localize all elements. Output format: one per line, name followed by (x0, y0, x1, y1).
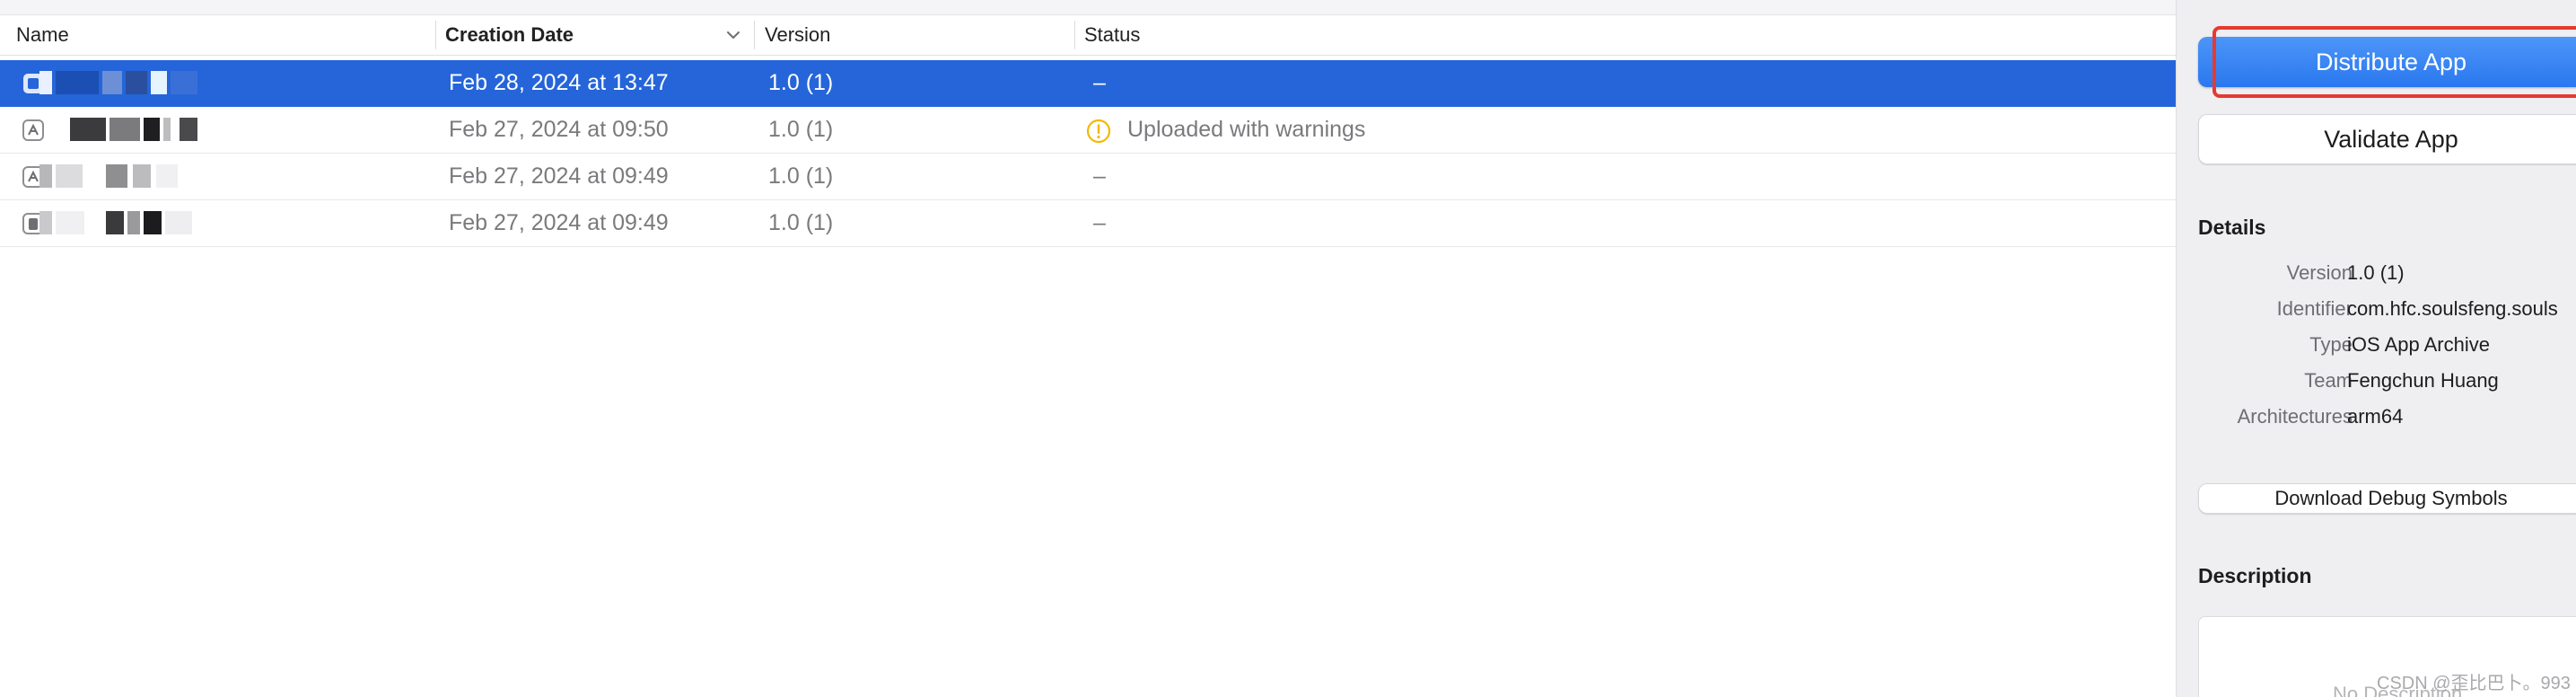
detail-value: Fengchun Huang (2347, 369, 2499, 392)
table-row[interactable]: Feb 28, 2024 at 13:47 1.0 (1) – (0, 60, 2176, 107)
column-header-version[interactable]: Version (765, 15, 830, 55)
row-status: – (1093, 210, 1106, 235)
column-divider[interactable] (754, 21, 755, 49)
validate-app-button[interactable]: Validate App (2198, 114, 2576, 164)
detail-key: Type (2309, 333, 2353, 356)
row-creation-date: Feb 28, 2024 at 13:47 (449, 70, 669, 95)
table-row[interactable]: Feb 27, 2024 at 09:49 1.0 (1) – (0, 200, 2176, 247)
archive-list: Name Creation Date Version Status Feb 28… (0, 0, 2176, 697)
toolbar-strip (0, 0, 2176, 15)
column-divider[interactable] (435, 21, 436, 49)
detail-key: Version (2286, 261, 2353, 284)
warning-icon (1086, 119, 1111, 144)
watermark: CSDN @歪比巴卜。993 (2377, 674, 2571, 693)
row-version: 1.0 (1) (768, 210, 834, 235)
detail-row-team: Team Fengchun Huang (2177, 363, 2576, 399)
list-header: Name Creation Date Version Status (0, 15, 2176, 56)
column-header-creation-date[interactable]: Creation Date (445, 15, 574, 55)
column-header-status[interactable]: Status (1084, 15, 1140, 55)
detail-value: arm64 (2347, 405, 2404, 428)
detail-value: com.hfc.soulsfeng.souls (2347, 297, 2558, 320)
chevron-down-icon[interactable] (723, 27, 743, 43)
detail-row-type: Type iOS App Archive (2177, 327, 2576, 363)
redacted-name (39, 118, 201, 141)
detail-row-identifier: Identifier com.hfc.soulsfeng.souls (2177, 291, 2576, 327)
detail-key: Team (2304, 369, 2353, 392)
download-debug-symbols-button[interactable]: Download Debug Symbols (2198, 483, 2576, 514)
row-version: 1.0 (1) (768, 117, 834, 142)
detail-row-architectures: Architectures arm64 (2177, 399, 2576, 435)
redacted-name (39, 211, 201, 234)
column-header-name[interactable]: Name (16, 15, 69, 55)
row-version: 1.0 (1) (768, 163, 834, 189)
row-status: – (1093, 163, 1106, 189)
detail-key: Identifier (2276, 297, 2353, 320)
row-creation-date: Feb 27, 2024 at 09:49 (449, 210, 669, 235)
detail-value: 1.0 (1) (2347, 261, 2405, 284)
detail-row-version: Version 1.0 (1) (2177, 255, 2576, 291)
row-status: Uploaded with warnings (1127, 117, 1366, 142)
redacted-name (39, 164, 201, 188)
description-heading: Description (2198, 564, 2312, 587)
row-creation-date: Feb 27, 2024 at 09:49 (449, 163, 669, 189)
annotation-highlight-box (2212, 26, 2576, 98)
archive-inspector: Distribute App Validate App Details Vers… (2176, 0, 2576, 697)
table-row[interactable]: Feb 27, 2024 at 09:49 1.0 (1) – (0, 154, 2176, 200)
row-status: – (1093, 70, 1106, 95)
table-row[interactable]: Feb 27, 2024 at 09:50 1.0 (1) Uploaded w… (0, 107, 2176, 154)
column-divider[interactable] (1074, 21, 1075, 49)
details-heading: Details (2198, 216, 2266, 239)
detail-key: Architectures (2237, 405, 2353, 428)
row-creation-date: Feb 27, 2024 at 09:50 (449, 117, 669, 142)
detail-value: iOS App Archive (2347, 333, 2490, 356)
row-version: 1.0 (1) (768, 70, 834, 95)
redacted-name (39, 71, 201, 94)
